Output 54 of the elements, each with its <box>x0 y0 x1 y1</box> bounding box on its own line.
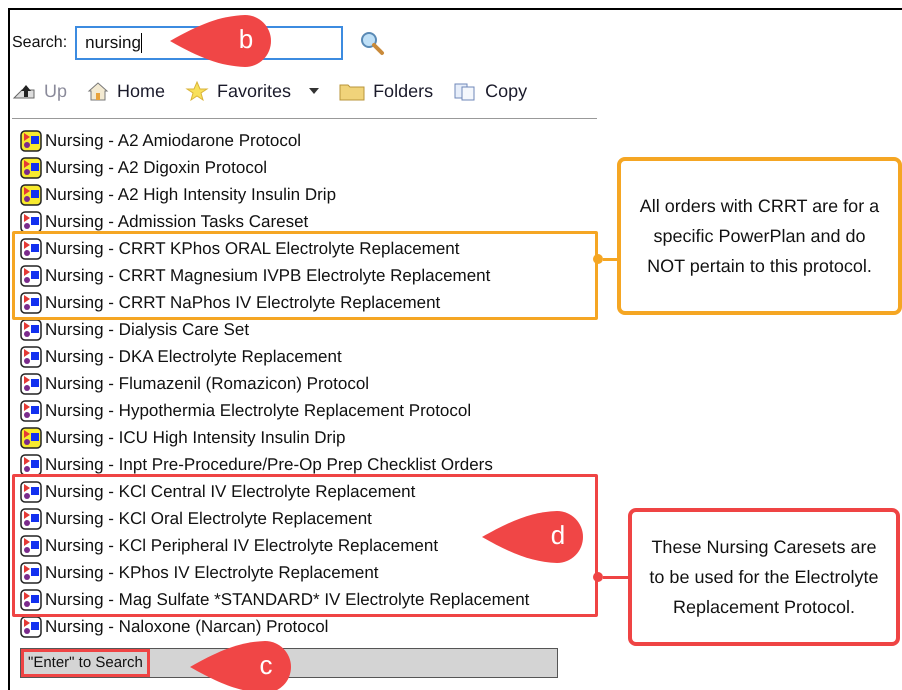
careset-icon <box>20 400 42 422</box>
toolbar-button[interactable]: Copy <box>453 78 528 104</box>
list-item[interactable]: Nursing - Inpt Pre-Procedure/Pre-Op Prep Checklist Orders <box>20 451 493 478</box>
list-item[interactable]: Nursing - ICU High Intensity Insulin Drip <box>20 424 346 451</box>
list-item[interactable]: Nursing - Admission Tasks Careset <box>20 208 308 235</box>
marker-pin: c <box>190 640 294 690</box>
list-item[interactable]: Nursing - CRRT NaPhos IV Electrolyte Replacement <box>20 289 440 316</box>
copy-icon <box>453 81 478 101</box>
careset-icon <box>20 346 42 368</box>
careset-icon <box>20 210 42 232</box>
list-item[interactable]: Nursing - CRRT Magnesium IVPB Electrolyte Replacement <box>20 262 490 289</box>
list-item[interactable]: Nursing - Hypothermia Electrolyte Replacement Protocol <box>20 397 472 424</box>
toolbar-button[interactable]: Folders <box>339 78 434 104</box>
list-item[interactable]: Nursing - CRRT KPhos ORAL Electrolyte Replacement <box>20 235 460 262</box>
star-icon <box>185 80 210 102</box>
list-item[interactable]: Nursing - DKA Electrolyte Replacement <box>20 343 342 370</box>
careset-icon <box>20 130 42 152</box>
careset-icon <box>20 480 42 502</box>
search-label: Search: <box>12 33 68 53</box>
toolbar-button[interactable]: Home <box>87 78 166 104</box>
careset-icon <box>20 616 42 638</box>
search-icon[interactable] <box>359 30 386 56</box>
careset-icon <box>20 562 42 584</box>
careset-icon <box>20 534 42 556</box>
careset-icon <box>20 264 42 286</box>
dropdown-caret-icon[interactable] <box>309 88 320 94</box>
careset-icon <box>20 184 42 206</box>
status-text: "Enter" to Search <box>21 649 150 677</box>
list-item[interactable]: Nursing - KPhos IV Electrolyte Replacement <box>20 559 379 586</box>
careset-icon <box>20 454 42 476</box>
callout-text: These Nursing Caresets are to be used for the Electrolyte Replacement Protocol. <box>648 536 880 619</box>
list-item[interactable]: Nursing - A2 Amiodarone Protocol <box>20 127 302 154</box>
marker-pin: b <box>170 14 274 68</box>
careset-icon <box>20 238 42 260</box>
list-item[interactable]: Nursing - KCl Oral Electrolyte Replacement <box>20 505 372 532</box>
careset-icon <box>20 426 42 448</box>
careset-icon <box>20 508 42 530</box>
list-item[interactable]: Nursing - Dialysis Care Set <box>20 316 250 343</box>
list-item[interactable]: Nursing - A2 Digoxin Protocol <box>20 154 268 181</box>
list-item[interactable]: Nursing - Flumazenil (Romazicon) Protocol <box>20 370 370 397</box>
list-item[interactable]: Nursing - Naloxone (Narcan) Protocol <box>20 613 328 640</box>
callout-text: All orders with CRRT are for a specific PowerPlan and do NOT pertain to this protocol. <box>638 195 880 278</box>
careset-icon <box>20 372 42 394</box>
careset-icon <box>20 318 42 340</box>
house-icon <box>87 81 110 101</box>
marker-pin: d <box>482 510 586 564</box>
list-item[interactable]: Nursing - KCl Central IV Electrolyte Replacement <box>20 478 416 505</box>
list-item[interactable]: Nursing - Mag Sulfate *STANDARD* IV Electrolyte Replacement <box>20 586 530 613</box>
toolbar-button[interactable]: Favorites <box>185 78 292 104</box>
careset-icon <box>20 588 42 610</box>
careset-icon <box>20 292 42 314</box>
list-item[interactable]: Nursing - A2 High Intensity Insulin Drip <box>20 181 336 208</box>
list-item[interactable]: Nursing - KCl Peripheral IV Electrolyte Replacement <box>20 532 438 559</box>
careset-icon <box>20 156 42 178</box>
